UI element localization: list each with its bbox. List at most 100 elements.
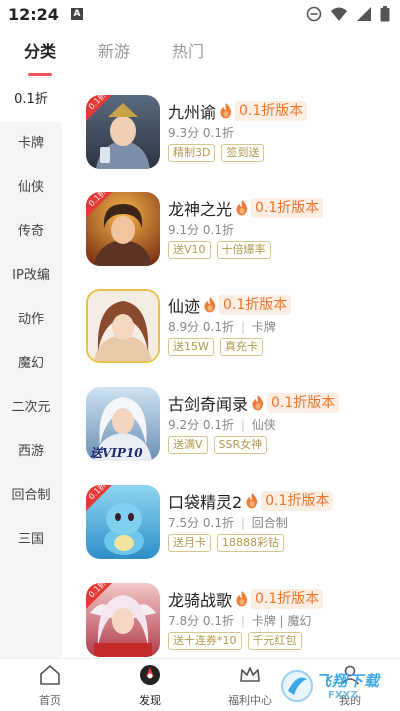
game-tag: 送月卡 [168, 534, 211, 552]
game-item[interactable]: 仙迹 0.1折版本 8.9分 0.1折 | 卡牌 送15W 真充卡 [86, 289, 386, 367]
home-icon [40, 665, 60, 685]
game-icon-armored-warrior[interactable]: 0.1折 [86, 95, 160, 169]
game-name: 九州谕 [168, 103, 217, 122]
game-tags: 送十连券*10 千元红包 [168, 632, 302, 650]
game-item[interactable]: 0.1折 九州谕 0.1折版本 9.3分 0.1折 精制3D 签到送 [86, 95, 386, 173]
notification-icon: A [70, 8, 83, 20]
game-item[interactable]: 送VIP10 古剑奇闻录 0.1折版本 9.2分 0.1折 | 仙侠 送满V S… [86, 387, 386, 465]
game-name: 龙神之光 [168, 200, 233, 219]
flame-icon [204, 297, 216, 313]
watermark-sub: FXXZ [328, 690, 358, 701]
promo-label: 0.1折版本 [219, 295, 292, 315]
game-title-row: 仙迹 0.1折版本 [168, 293, 292, 317]
promo-label: 0.1折版本 [261, 491, 334, 511]
nav-welfare[interactable]: 福利中心 [210, 659, 290, 711]
game-tags: 送V10 十倍爆率 [168, 241, 271, 259]
game-meta: 8.9分 0.1折 | 卡牌 [168, 320, 276, 334]
sidebar-item-turn-based[interactable]: 回合制 [0, 474, 62, 518]
crown-icon [240, 667, 260, 682]
game-icon-winged-heroine[interactable]: 0.1折 [86, 583, 160, 657]
game-name: 仙迹 [168, 297, 201, 316]
sidebar-item-discount[interactable]: 0.1折 [0, 78, 62, 122]
game-icon-white-haired-swordsman[interactable]: 送VIP10 [86, 387, 160, 461]
sidebar-item-ip[interactable]: IP改编 [0, 254, 62, 298]
promo-label: 0.1折版本 [251, 198, 324, 218]
game-genre: 仙侠 [251, 418, 276, 432]
sidebar-item-legend[interactable]: 传奇 [0, 210, 62, 254]
game-discount: 0.1折 [202, 614, 235, 628]
game-name: 龙骑战歌 [168, 591, 233, 610]
sidebar-item-three-kingdoms[interactable]: 三国 [0, 518, 62, 562]
status-icons [306, 6, 390, 22]
game-item[interactable]: 0.1折 龙骑战歌 0.1折版本 7.8分 0.1折 | 卡牌 | 魔幻 送十连… [86, 583, 386, 658]
icon-badge-text: 送VIP10 [89, 446, 143, 460]
top-tab-bar: 分类 新游 热门 [0, 28, 400, 78]
flame-icon [236, 591, 248, 607]
watermark-logo [281, 670, 313, 702]
game-title-row: 九州谕 0.1折版本 [168, 99, 308, 123]
game-meta: 9.1分 0.1折 [168, 221, 234, 238]
game-icon-blue-creature[interactable]: 0.1折 [86, 485, 160, 559]
game-discount: 0.1折 [202, 320, 235, 334]
tab-category[interactable]: 分类 [24, 28, 56, 78]
game-tag: 送满V [168, 436, 208, 454]
game-meta: 7.8分 0.1折 | 卡牌 | 魔幻 [168, 614, 312, 628]
game-name: 古剑奇闻录 [168, 395, 249, 414]
game-tag: 送15W [168, 338, 214, 356]
game-title-row: 古剑奇闻录 0.1折版本 [168, 391, 340, 415]
game-meta: 9.2分 0.1折 | 仙侠 [168, 418, 276, 432]
sidebar-item-journey-west[interactable]: 西游 [0, 430, 62, 474]
flame-icon [236, 200, 248, 216]
game-meta: 7.5分 0.1折 | 回合制 [168, 516, 288, 530]
game-score: 8.9分 [168, 320, 200, 334]
game-discount: 0.1折 [202, 516, 235, 530]
promo-label: 0.1折版本 [267, 393, 340, 413]
game-tag: 送十连券*10 [168, 632, 242, 650]
game-tag: 签到送 [221, 144, 265, 162]
flame-icon [252, 395, 264, 411]
game-tag: 送V10 [168, 241, 211, 259]
game-score: 9.3分 [168, 126, 200, 140]
battery-icon [380, 6, 390, 22]
game-title-row: 口袋精灵2 0.1折版本 [168, 489, 334, 513]
game-meta: 9.3分 0.1折 [168, 124, 234, 141]
nav-home[interactable]: 首页 [10, 659, 90, 711]
sidebar-item-action[interactable]: 动作 [0, 298, 62, 342]
game-item[interactable]: 0.1折 口袋精灵2 0.1折版本 7.5分 0.1折 | 回合制 送月卡 18… [86, 485, 386, 563]
sidebar-item-fantasy[interactable]: 魔幻 [0, 342, 62, 386]
game-title-row: 龙神之光 0.1折版本 [168, 196, 324, 220]
game-genre: 卡牌 | 魔幻 [251, 614, 312, 628]
game-score: 9.2分 [168, 418, 200, 432]
tab-hot[interactable]: 热门 [172, 28, 204, 78]
sidebar-item-anime[interactable]: 二次元 [0, 386, 62, 430]
flame-icon [220, 103, 232, 119]
game-icon-fairy-lady[interactable] [86, 289, 160, 363]
nav-discover[interactable]: 发现 [110, 659, 190, 711]
game-tag: 精制3D [168, 144, 216, 162]
game-tag: 十倍爆率 [216, 241, 271, 259]
game-tags: 送15W 真充卡 [168, 338, 263, 356]
game-name: 口袋精灵2 [168, 493, 243, 512]
game-discount: 0.1折 [202, 223, 235, 237]
sidebar-item-xianxia[interactable]: 仙侠 [0, 166, 62, 210]
promo-label: 0.1折版本 [235, 101, 308, 121]
game-tag: SSR女神 [213, 436, 268, 454]
game-tag: 18888彩钻 [217, 534, 284, 552]
game-score: 7.8分 [168, 614, 200, 628]
game-item[interactable]: 0.1折 龙神之光 0.1折版本 9.1分 0.1折 送V10 十倍爆率 [86, 192, 386, 270]
game-tag: 真充卡 [219, 338, 263, 356]
tab-new-games[interactable]: 新游 [98, 28, 130, 78]
game-discount: 0.1折 [202, 126, 235, 140]
promo-label: 0.1折版本 [251, 589, 324, 609]
game-score: 9.1分 [168, 223, 200, 237]
game-genre: 回合制 [251, 516, 288, 530]
game-title-row: 龙骑战歌 0.1折版本 [168, 587, 324, 611]
discover-icon [140, 665, 160, 685]
game-tags: 送满V SSR女神 [168, 436, 268, 454]
game-tags: 精制3D 签到送 [168, 144, 265, 162]
game-genre: 卡牌 [251, 320, 276, 334]
game-icon-fire-warrior[interactable]: 0.1折 [86, 192, 160, 266]
nav-label: 发现 [139, 694, 161, 707]
sidebar-item-card[interactable]: 卡牌 [0, 122, 62, 166]
game-discount: 0.1折 [202, 418, 235, 432]
